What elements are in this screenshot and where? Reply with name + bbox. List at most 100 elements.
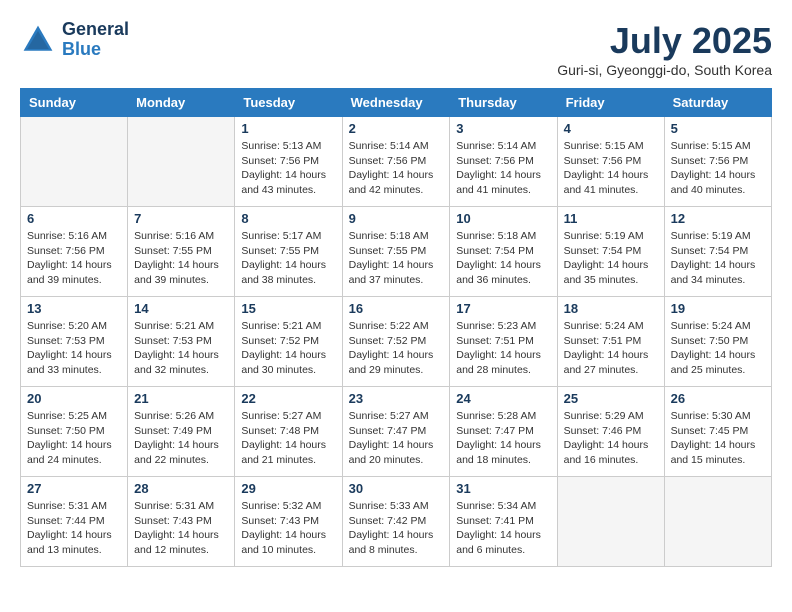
day-number: 20 xyxy=(27,391,121,406)
day-number: 26 xyxy=(671,391,765,406)
day-detail: Sunrise: 5:16 AMSunset: 7:55 PMDaylight:… xyxy=(134,229,228,288)
day-detail: Sunrise: 5:14 AMSunset: 7:56 PMDaylight:… xyxy=(349,139,444,198)
calendar-cell: 24 Sunrise: 5:28 AMSunset: 7:47 PMDayligh… xyxy=(450,387,557,477)
calendar-week-5: 27Sunrise: 5:31 AMSunset: 7:44 PMDayligh… xyxy=(21,477,772,567)
day-number: 13 xyxy=(27,301,121,316)
calendar-cell xyxy=(128,117,235,207)
calendar-cell: 5 Sunrise: 5:15 AMSunset: 7:56 PMDaylight… xyxy=(664,117,771,207)
day-number: 1 xyxy=(241,121,335,136)
day-detail: Sunrise: 5:33 AMSunset: 7:42 PMDaylight:… xyxy=(349,499,444,558)
day-detail: Sunrise: 5:31 AMSunset: 7:43 PMDaylight:… xyxy=(134,499,228,558)
calendar-cell: 23 Sunrise: 5:27 AMSunset: 7:47 PMDayligh… xyxy=(342,387,450,477)
calendar-cell: 3 Sunrise: 5:14 AMSunset: 7:56 PMDaylight… xyxy=(450,117,557,207)
day-number: 24 xyxy=(456,391,550,406)
day-number: 15 xyxy=(241,301,335,316)
calendar-cell: 28 Sunrise: 5:31 AMSunset: 7:43 PMDayligh… xyxy=(128,477,235,567)
day-detail: Sunrise: 5:17 AMSunset: 7:55 PMDaylight:… xyxy=(241,229,335,288)
calendar-cell: 9Sunrise: 5:18 AMSunset: 7:55 PMDaylight… xyxy=(342,207,450,297)
day-number: 7 xyxy=(134,211,228,226)
day-number: 5 xyxy=(671,121,765,136)
day-number: 4 xyxy=(564,121,658,136)
col-header-thursday: Thursday xyxy=(450,89,557,117)
calendar-cell: 4Sunrise: 5:15 AMSunset: 7:56 PMDaylight… xyxy=(557,117,664,207)
day-number: 29 xyxy=(241,481,335,496)
day-detail: Sunrise: 5:14 AMSunset: 7:56 PMDaylight:… xyxy=(456,139,550,198)
logo-icon xyxy=(20,22,56,58)
calendar-cell: 19 Sunrise: 5:24 AMSunset: 7:50 PMDayligh… xyxy=(664,297,771,387)
day-number: 21 xyxy=(134,391,228,406)
day-detail: Sunrise: 5:15 AMSunset: 7:56 PMDaylight:… xyxy=(671,139,765,198)
day-detail: Sunrise: 5:27 AMSunset: 7:47 PMDaylight:… xyxy=(349,409,444,468)
day-detail: Sunrise: 5:19 AMSunset: 7:54 PMDaylight:… xyxy=(671,229,765,288)
day-number: 3 xyxy=(456,121,550,136)
calendar-cell: 30 Sunrise: 5:33 AMSunset: 7:42 PMDayligh… xyxy=(342,477,450,567)
day-detail: Sunrise: 5:23 AMSunset: 7:51 PMDaylight:… xyxy=(456,319,550,378)
calendar-cell: 31 Sunrise: 5:34 AMSunset: 7:41 PMDayligh… xyxy=(450,477,557,567)
calendar-cell: 11Sunrise: 5:19 AMSunset: 7:54 PMDayligh… xyxy=(557,207,664,297)
day-detail: Sunrise: 5:21 AMSunset: 7:52 PMDaylight:… xyxy=(241,319,335,378)
logo-text-general: General xyxy=(62,20,129,40)
day-number: 31 xyxy=(456,481,550,496)
day-number: 14 xyxy=(134,301,228,316)
calendar-cell: 12 Sunrise: 5:19 AMSunset: 7:54 PMDayligh… xyxy=(664,207,771,297)
calendar-cell: 6 Sunrise: 5:16 AMSunset: 7:56 PMDaylight… xyxy=(21,207,128,297)
calendar-cell: 10Sunrise: 5:18 AMSunset: 7:54 PMDayligh… xyxy=(450,207,557,297)
calendar-table: SundayMondayTuesdayWednesdayThursdayFrid… xyxy=(20,88,772,567)
day-detail: Sunrise: 5:18 AMSunset: 7:55 PMDaylight:… xyxy=(349,229,444,288)
calendar-cell: 25Sunrise: 5:29 AMSunset: 7:46 PMDayligh… xyxy=(557,387,664,477)
day-number: 22 xyxy=(241,391,335,406)
day-number: 27 xyxy=(27,481,121,496)
page-header: General Blue July 2025 Guri-si, Gyeonggi… xyxy=(20,20,772,78)
day-detail: Sunrise: 5:28 AMSunset: 7:47 PMDaylight:… xyxy=(456,409,550,468)
calendar-cell: 1Sunrise: 5:13 AMSunset: 7:56 PMDaylight… xyxy=(235,117,342,207)
month-title: July 2025 xyxy=(557,20,772,62)
day-number: 18 xyxy=(564,301,658,316)
day-number: 30 xyxy=(349,481,444,496)
day-detail: Sunrise: 5:24 AMSunset: 7:50 PMDaylight:… xyxy=(671,319,765,378)
logo: General Blue xyxy=(20,20,129,60)
day-number: 6 xyxy=(27,211,121,226)
day-number: 8 xyxy=(241,211,335,226)
day-detail: Sunrise: 5:27 AMSunset: 7:48 PMDaylight:… xyxy=(241,409,335,468)
calendar-cell: 15 Sunrise: 5:21 AMSunset: 7:52 PMDayligh… xyxy=(235,297,342,387)
day-number: 11 xyxy=(564,211,658,226)
calendar-cell: 26 Sunrise: 5:30 AMSunset: 7:45 PMDayligh… xyxy=(664,387,771,477)
calendar-cell: 7 Sunrise: 5:16 AMSunset: 7:55 PMDaylight… xyxy=(128,207,235,297)
calendar-cell: 21Sunrise: 5:26 AMSunset: 7:49 PMDayligh… xyxy=(128,387,235,477)
day-detail: Sunrise: 5:25 AMSunset: 7:50 PMDaylight:… xyxy=(27,409,121,468)
col-header-tuesday: Tuesday xyxy=(235,89,342,117)
col-header-sunday: Sunday xyxy=(21,89,128,117)
calendar-cell: 13Sunrise: 5:20 AMSunset: 7:53 PMDayligh… xyxy=(21,297,128,387)
location-subtitle: Guri-si, Gyeonggi-do, South Korea xyxy=(557,62,772,78)
calendar-cell: 14Sunrise: 5:21 AMSunset: 7:53 PMDayligh… xyxy=(128,297,235,387)
day-detail: Sunrise: 5:32 AMSunset: 7:43 PMDaylight:… xyxy=(241,499,335,558)
day-number: 19 xyxy=(671,301,765,316)
col-header-monday: Monday xyxy=(128,89,235,117)
calendar-header-row: SundayMondayTuesdayWednesdayThursdayFrid… xyxy=(21,89,772,117)
day-detail: Sunrise: 5:30 AMSunset: 7:45 PMDaylight:… xyxy=(671,409,765,468)
day-number: 17 xyxy=(456,301,550,316)
calendar-cell xyxy=(664,477,771,567)
calendar-cell: 29 Sunrise: 5:32 AMSunset: 7:43 PMDayligh… xyxy=(235,477,342,567)
day-number: 28 xyxy=(134,481,228,496)
calendar-cell: 17 Sunrise: 5:23 AMSunset: 7:51 PMDayligh… xyxy=(450,297,557,387)
day-number: 16 xyxy=(349,301,444,316)
col-header-friday: Friday xyxy=(557,89,664,117)
day-detail: Sunrise: 5:24 AMSunset: 7:51 PMDaylight:… xyxy=(564,319,658,378)
calendar-cell: 20 Sunrise: 5:25 AMSunset: 7:50 PMDayligh… xyxy=(21,387,128,477)
calendar-week-1: 1Sunrise: 5:13 AMSunset: 7:56 PMDaylight… xyxy=(21,117,772,207)
day-number: 25 xyxy=(564,391,658,406)
day-detail: Sunrise: 5:22 AMSunset: 7:52 PMDaylight:… xyxy=(349,319,444,378)
title-block: July 2025 Guri-si, Gyeonggi-do, South Ko… xyxy=(557,20,772,78)
col-header-saturday: Saturday xyxy=(664,89,771,117)
calendar-week-4: 20 Sunrise: 5:25 AMSunset: 7:50 PMDayligh… xyxy=(21,387,772,477)
day-number: 12 xyxy=(671,211,765,226)
day-number: 23 xyxy=(349,391,444,406)
calendar-cell xyxy=(557,477,664,567)
day-detail: Sunrise: 5:34 AMSunset: 7:41 PMDaylight:… xyxy=(456,499,550,558)
day-number: 10 xyxy=(456,211,550,226)
calendar-week-3: 13Sunrise: 5:20 AMSunset: 7:53 PMDayligh… xyxy=(21,297,772,387)
calendar-cell xyxy=(21,117,128,207)
day-detail: Sunrise: 5:16 AMSunset: 7:56 PMDaylight:… xyxy=(27,229,121,288)
calendar-cell: 22 Sunrise: 5:27 AMSunset: 7:48 PMDayligh… xyxy=(235,387,342,477)
